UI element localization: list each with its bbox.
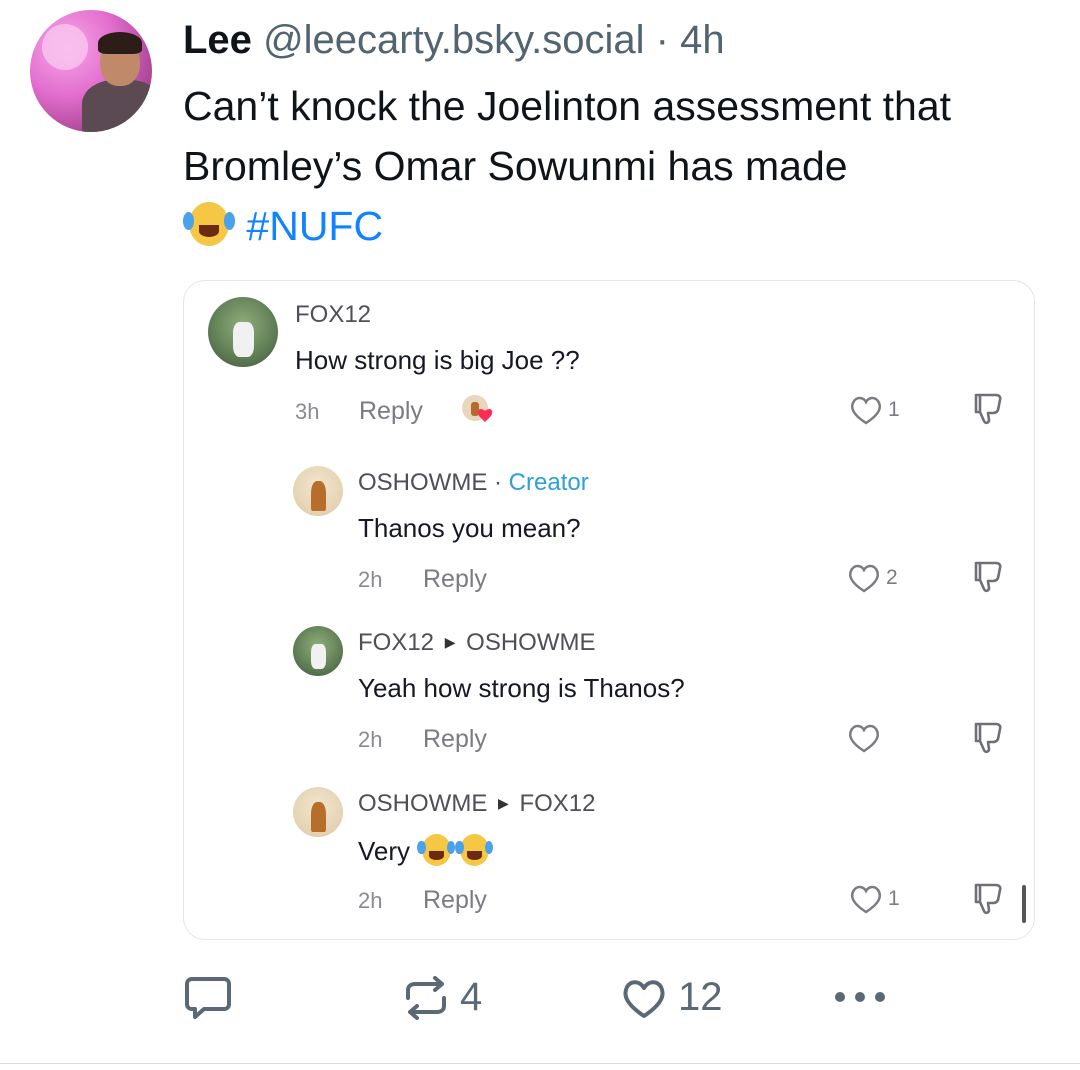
reply-button: Reply — [423, 725, 487, 753]
like-count: 12 — [678, 975, 723, 1019]
reply-to-username: FOX12 — [519, 790, 596, 817]
dislike-icon — [974, 393, 1002, 425]
author-name[interactable]: Lee — [183, 18, 252, 62]
heart-icon — [850, 396, 882, 425]
header-separator: · — [655, 18, 669, 62]
comment-text: How strong is big Joe ?? — [295, 345, 580, 375]
comment-like: 2 — [846, 562, 898, 594]
comment-time: 2h — [358, 727, 383, 752]
post-header: Lee @leecarty.bsky.social · 4h — [183, 16, 725, 64]
comment-username: FOX12 — [295, 301, 372, 328]
repost-icon — [406, 975, 446, 1020]
post-divider — [0, 1063, 1080, 1064]
laughing-tears-emoji — [183, 202, 235, 246]
comment-text: Very — [358, 834, 494, 867]
commenter-avatar — [208, 297, 278, 367]
author-avatar[interactable] — [30, 10, 152, 132]
comment-text-body: Very — [358, 836, 411, 866]
comment-username-row: OSHOWME · Creator — [358, 469, 589, 497]
username-separator: · — [494, 469, 502, 496]
comment-time: 2h — [358, 888, 383, 913]
embedded-image[interactable]: FOX12 How strong is big Joe ?? 3h Reply … — [183, 280, 1035, 940]
dislike-icon — [974, 722, 1002, 754]
comment-username: OSHOWME — [358, 790, 488, 817]
like-action[interactable]: 12 — [620, 975, 723, 1020]
comment-like: 1 — [848, 394, 900, 426]
commenter-avatar — [293, 626, 343, 676]
comment-like — [846, 722, 886, 754]
more-icon — [835, 992, 885, 1002]
laughing-tears-emoji — [417, 834, 456, 866]
post-text: Can’t knock the Joelinton assessment tha… — [183, 76, 1053, 256]
creator-badge: Creator — [508, 469, 589, 496]
reply-button: Reply — [423, 565, 487, 593]
commenter-avatar — [293, 787, 343, 837]
reply-to-username: OSHOWME — [466, 629, 596, 656]
reply-arrow-icon: ▶ — [444, 634, 456, 650]
comment-like-count: 2 — [886, 566, 898, 589]
comment-time: 3h — [295, 399, 320, 424]
laughing-tears-emoji — [455, 834, 494, 866]
heart-icon — [623, 979, 665, 1018]
hashtag-link[interactable]: #NUFC — [246, 203, 383, 249]
reply-arrow-icon: ▶ — [498, 795, 509, 811]
comment-username-row: OSHOWME ▶ FOX12 — [358, 790, 595, 818]
heart-icon — [848, 564, 880, 593]
comment-icon — [185, 977, 231, 1019]
reply-action[interactable] — [184, 975, 232, 1021]
comment-like-count: 1 — [888, 398, 900, 421]
scrollbar — [1022, 885, 1026, 923]
repost-action[interactable]: 4 — [402, 975, 482, 1020]
post-time[interactable]: 4h — [680, 18, 725, 62]
heart-icon — [848, 724, 880, 753]
comment-text: Yeah how strong is Thanos? — [358, 673, 685, 703]
comment-username: OSHOWME — [358, 469, 488, 496]
creator-liked-icon — [462, 395, 493, 422]
heart-icon — [850, 885, 882, 914]
comment-like-count: 1 — [888, 887, 900, 910]
reply-button: Reply — [359, 397, 423, 425]
dislike-icon — [974, 883, 1002, 915]
comment-like: 1 — [848, 883, 900, 915]
reply-button: Reply — [423, 886, 487, 914]
comment-time: 2h — [358, 567, 383, 592]
author-handle[interactable]: @leecarty.bsky.social — [263, 18, 644, 62]
commenter-avatar — [293, 466, 343, 516]
post-body: Can’t knock the Joelinton assessment tha… — [183, 83, 952, 189]
comment-text: Thanos you mean? — [358, 513, 581, 543]
comment-username: FOX12 — [358, 629, 435, 656]
more-options[interactable] — [832, 975, 888, 1019]
repost-count: 4 — [460, 975, 483, 1019]
comment-username-row: FOX12 ▶ OSHOWME — [358, 629, 595, 657]
dislike-icon — [974, 561, 1002, 593]
